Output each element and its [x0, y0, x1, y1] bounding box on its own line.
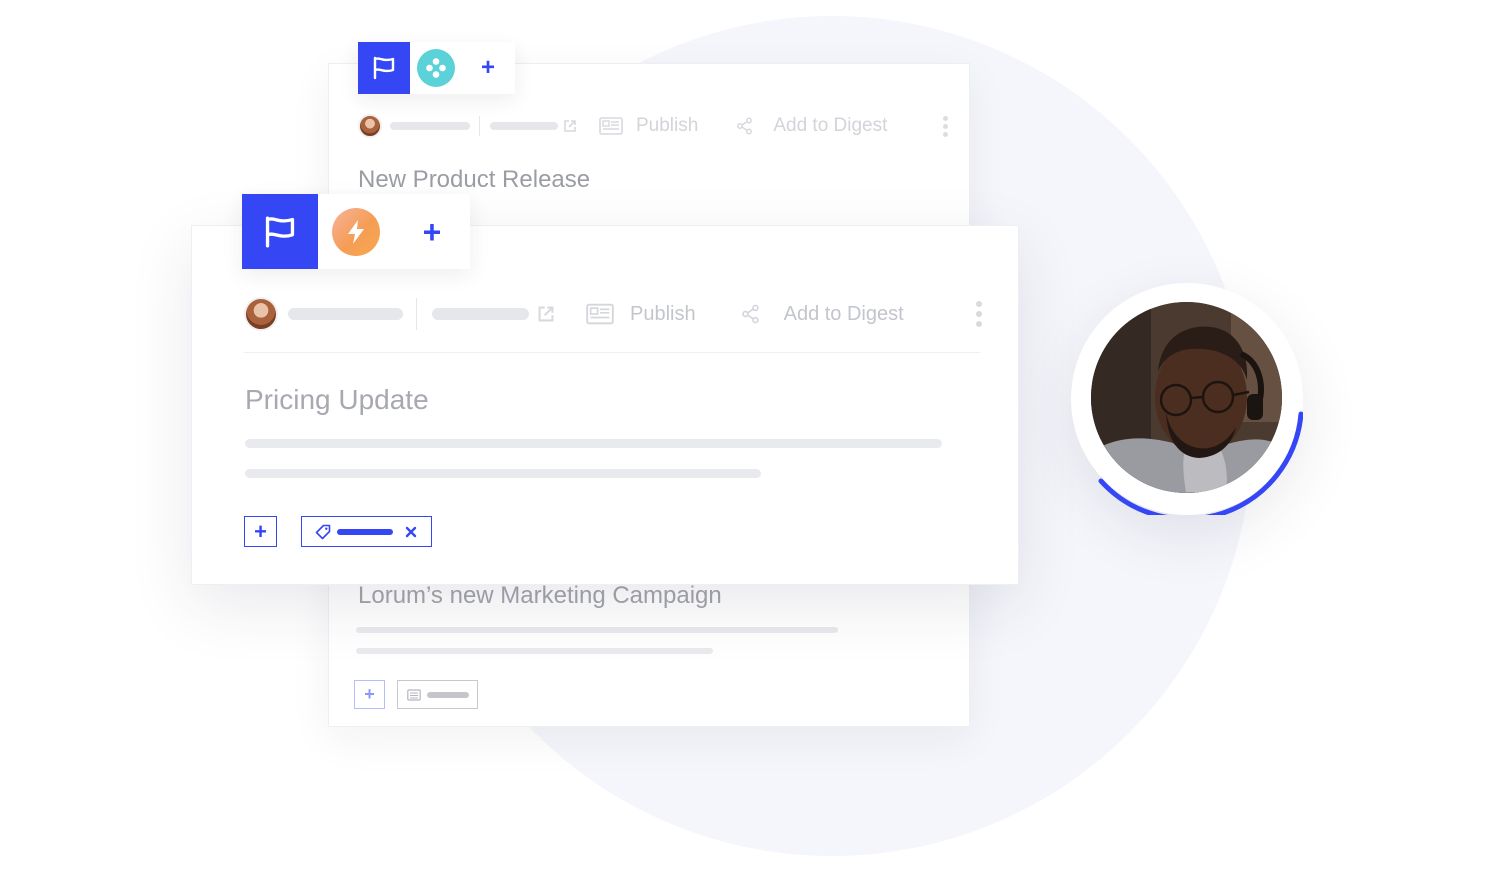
front-card-title[interactable]: Pricing Update: [245, 384, 429, 416]
plus-icon: +: [364, 684, 375, 704]
category-chip[interactable]: [397, 680, 478, 709]
kebab-icon: [943, 115, 948, 121]
more-menu-button[interactable]: [976, 301, 982, 327]
front-app-tab[interactable]: [318, 194, 394, 269]
remove-tag-button[interactable]: [405, 526, 417, 538]
tag-placeholder: [337, 528, 393, 535]
source-placeholder: [490, 122, 558, 130]
toolbar-divider: [416, 298, 417, 330]
summary-line-2: [245, 469, 761, 478]
summary-line-2: [356, 648, 713, 654]
external-link-icon[interactable]: [563, 119, 577, 133]
toolbar-separator: [244, 352, 980, 353]
more-menu-button[interactable]: [943, 115, 948, 137]
author-placeholder: [288, 308, 403, 320]
kebab-icon: [976, 301, 982, 307]
author-placeholder: [390, 122, 470, 130]
source-placeholder: [432, 308, 529, 320]
lightning-app-icon: [332, 207, 380, 256]
toolbar-divider: [479, 116, 480, 136]
back-card-toolbar: Publish Add to Digest: [358, 114, 948, 138]
front-card-tabstrip: +: [242, 194, 470, 269]
newspaper-icon: [407, 688, 421, 701]
flag-icon: [265, 215, 295, 248]
plus-icon: +: [254, 518, 267, 544]
add-to-digest-button[interactable]: Add to Digest: [736, 115, 887, 137]
external-link-icon[interactable]: [537, 305, 555, 323]
add-to-digest-label: Add to Digest: [783, 302, 904, 325]
add-tag-button[interactable]: +: [354, 680, 385, 709]
back-app-tab[interactable]: [410, 42, 462, 94]
flag-icon: [373, 56, 395, 80]
publish-label: Publish: [630, 302, 696, 325]
share-icon: [741, 304, 759, 324]
progress-arc: [1098, 411, 1303, 515]
publish-button[interactable]: Publish: [599, 115, 698, 137]
front-add-tab[interactable]: +: [394, 194, 470, 269]
publish-button[interactable]: Publish: [586, 302, 696, 326]
tag-icon: [315, 524, 331, 539]
front-card: Publish Add to Digest Pricing Update +: [191, 225, 1019, 585]
close-icon: [405, 526, 417, 537]
plus-icon: +: [422, 213, 442, 250]
back-card-tabstrip: +: [358, 42, 515, 94]
front-flag-tab[interactable]: [242, 194, 318, 269]
back-flag-tab[interactable]: [358, 42, 410, 94]
teal-app-icon: [417, 49, 455, 87]
add-tag-button[interactable]: +: [244, 516, 277, 547]
add-to-digest-label: Add to Digest: [773, 115, 888, 136]
share-icon: [737, 117, 753, 135]
publish-label: Publish: [636, 115, 699, 136]
newspaper-icon: [599, 117, 623, 135]
summary-line-1: [356, 627, 838, 633]
user-profile[interactable]: [1071, 283, 1303, 515]
tag-chip[interactable]: [301, 516, 432, 547]
avatar: [358, 114, 382, 138]
back-add-tab[interactable]: +: [462, 42, 514, 94]
newspaper-icon: [586, 303, 614, 325]
chip-placeholder: [427, 691, 469, 698]
plus-icon: +: [480, 54, 495, 81]
back-card-title[interactable]: New Product Release: [358, 166, 590, 194]
avatar: [244, 297, 278, 331]
summary-line-1: [245, 439, 942, 448]
front-card-toolbar: Publish Add to Digest: [244, 297, 982, 331]
back-card-title-2[interactable]: Lorum’s new Marketing Campaign: [358, 582, 722, 610]
add-to-digest-button[interactable]: Add to Digest: [741, 303, 904, 326]
